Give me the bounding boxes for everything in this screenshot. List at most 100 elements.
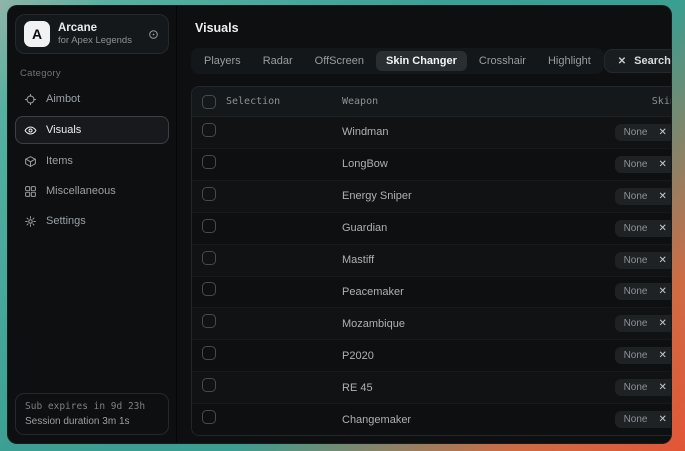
controls-row: Players Radar OffScreen Skin Changer Cro… [191, 48, 672, 74]
row-selection-cell [202, 123, 342, 142]
clear-skin-icon[interactable]: ✕ [658, 191, 666, 202]
tab-highlight[interactable]: Highlight [538, 51, 601, 71]
skin-value: None [624, 350, 648, 361]
weapon-name: Peacemaker [342, 286, 536, 298]
sidebar-item-miscellaneous[interactable]: Miscellaneous [15, 178, 169, 204]
weapon-name: Mastiff [342, 254, 536, 266]
skin-value: None [624, 223, 648, 234]
weapon-name: LongBow [342, 158, 536, 170]
tab-offscreen[interactable]: OffScreen [305, 51, 374, 71]
table-header: Selection Weapon Skin [192, 87, 672, 117]
table-row: Mastiff None ✕ [192, 245, 672, 277]
skin-select-button[interactable]: None ✕ [615, 124, 672, 141]
sidebar-nav: Aimbot Visuals Items [15, 86, 169, 234]
table-row: LongBow None ✕ [192, 149, 672, 181]
tab-radar[interactable]: Radar [253, 51, 303, 71]
clear-skin-icon[interactable]: ✕ [658, 223, 666, 234]
clear-skin-icon[interactable]: ✕ [658, 318, 666, 329]
row-selection-cell [202, 410, 342, 429]
skin-value: None [624, 159, 648, 170]
table-row: Changemaker None ✕ [192, 404, 672, 435]
row-checkbox[interactable] [202, 155, 216, 169]
row-skin-cell: None ✕ [536, 411, 672, 428]
row-selection-cell [202, 314, 342, 333]
weapon-name: Guardian [342, 222, 536, 234]
row-skin-cell: None ✕ [536, 188, 672, 205]
row-selection-cell [202, 346, 342, 365]
clear-skin-icon[interactable]: ✕ [658, 382, 666, 393]
search-button-label: Search [634, 55, 671, 67]
skin-select-button[interactable]: None ✕ [615, 220, 672, 237]
table-row: Energy Sniper None ✕ [192, 181, 672, 213]
clear-skin-icon[interactable]: ✕ [658, 127, 666, 138]
row-skin-cell: None ✕ [536, 347, 672, 364]
row-skin-cell: None ✕ [536, 283, 672, 300]
sidebar-item-aimbot[interactable]: Aimbot [15, 86, 169, 112]
row-skin-cell: None ✕ [536, 124, 672, 141]
row-checkbox[interactable] [202, 314, 216, 328]
clear-skin-icon[interactable]: ✕ [658, 414, 666, 425]
sidebar-item-label: Miscellaneous [46, 185, 116, 197]
sub-expires-text: Sub expires in 9d 23h [25, 401, 159, 412]
clear-skin-icon[interactable]: ✕ [658, 255, 666, 266]
package-icon [24, 155, 37, 168]
search-close-icon: ✕ [618, 56, 626, 67]
row-skin-cell: None ✕ [536, 252, 672, 269]
clear-skin-icon[interactable]: ✕ [658, 350, 666, 361]
skin-value: None [624, 255, 648, 266]
row-selection-cell [202, 282, 342, 301]
sidebar-item-settings[interactable]: Settings [15, 208, 169, 234]
brand-text: Arcane for Apex Legends [58, 22, 132, 46]
skin-select-button[interactable]: None ✕ [615, 252, 672, 269]
sidebar-item-visuals[interactable]: Visuals [15, 116, 169, 144]
app-name: Arcane [58, 22, 132, 34]
skin-select-button[interactable]: None ✕ [615, 188, 672, 205]
app-subtitle: for Apex Legends [58, 35, 132, 46]
tab-crosshair[interactable]: Crosshair [469, 51, 536, 71]
page-title: Visuals [195, 21, 672, 35]
skin-value: None [624, 414, 648, 425]
row-checkbox[interactable] [202, 346, 216, 360]
table-body: Windman None ✕ LongBow None ✕ Energy Sni… [192, 117, 672, 435]
sidebar-item-label: Aimbot [46, 93, 80, 105]
sidebar-item-items[interactable]: Items [15, 148, 169, 174]
crosshair-icon [24, 93, 37, 106]
clear-skin-icon[interactable]: ✕ [658, 159, 666, 170]
table-row: P2020 None ✕ [192, 340, 672, 372]
session-duration-text: Session duration 3m 1s [25, 416, 159, 427]
weapon-name: P2020 [342, 350, 536, 362]
row-selection-cell [202, 187, 342, 206]
row-checkbox[interactable] [202, 282, 216, 296]
clear-skin-icon[interactable]: ✕ [658, 286, 666, 297]
sidebar: A Arcane for Apex Legends Category Aimbo… [8, 6, 177, 443]
row-skin-cell: None ✕ [536, 156, 672, 173]
row-checkbox[interactable] [202, 123, 216, 137]
weapon-name: Windman [342, 126, 536, 138]
skin-select-button[interactable]: None ✕ [615, 156, 672, 173]
row-skin-cell: None ✕ [536, 315, 672, 332]
skin-select-button[interactable]: None ✕ [615, 283, 672, 300]
search-button[interactable]: ✕ Search [604, 49, 672, 73]
skin-select-button[interactable]: None ✕ [615, 411, 672, 428]
skin-select-button[interactable]: None ✕ [615, 315, 672, 332]
row-checkbox[interactable] [202, 378, 216, 392]
skin-value: None [624, 191, 648, 202]
row-selection-cell [202, 219, 342, 238]
skin-value: None [624, 127, 648, 138]
target-status-icon[interactable] [147, 28, 160, 41]
row-checkbox[interactable] [202, 187, 216, 201]
tab-players[interactable]: Players [194, 51, 251, 71]
table-row: Peacemaker None ✕ [192, 277, 672, 309]
row-checkbox[interactable] [202, 219, 216, 233]
skin-select-button[interactable]: None ✕ [615, 379, 672, 396]
skin-select-button[interactable]: None ✕ [615, 347, 672, 364]
row-checkbox[interactable] [202, 410, 216, 424]
tab-skin-changer[interactable]: Skin Changer [376, 51, 467, 71]
gear-icon [24, 215, 37, 228]
row-selection-cell [202, 378, 342, 397]
row-checkbox[interactable] [202, 251, 216, 265]
weapon-name: Energy Sniper [342, 190, 536, 202]
row-skin-cell: None ✕ [536, 379, 672, 396]
select-all-checkbox[interactable] [202, 95, 216, 109]
skin-value: None [624, 286, 648, 297]
